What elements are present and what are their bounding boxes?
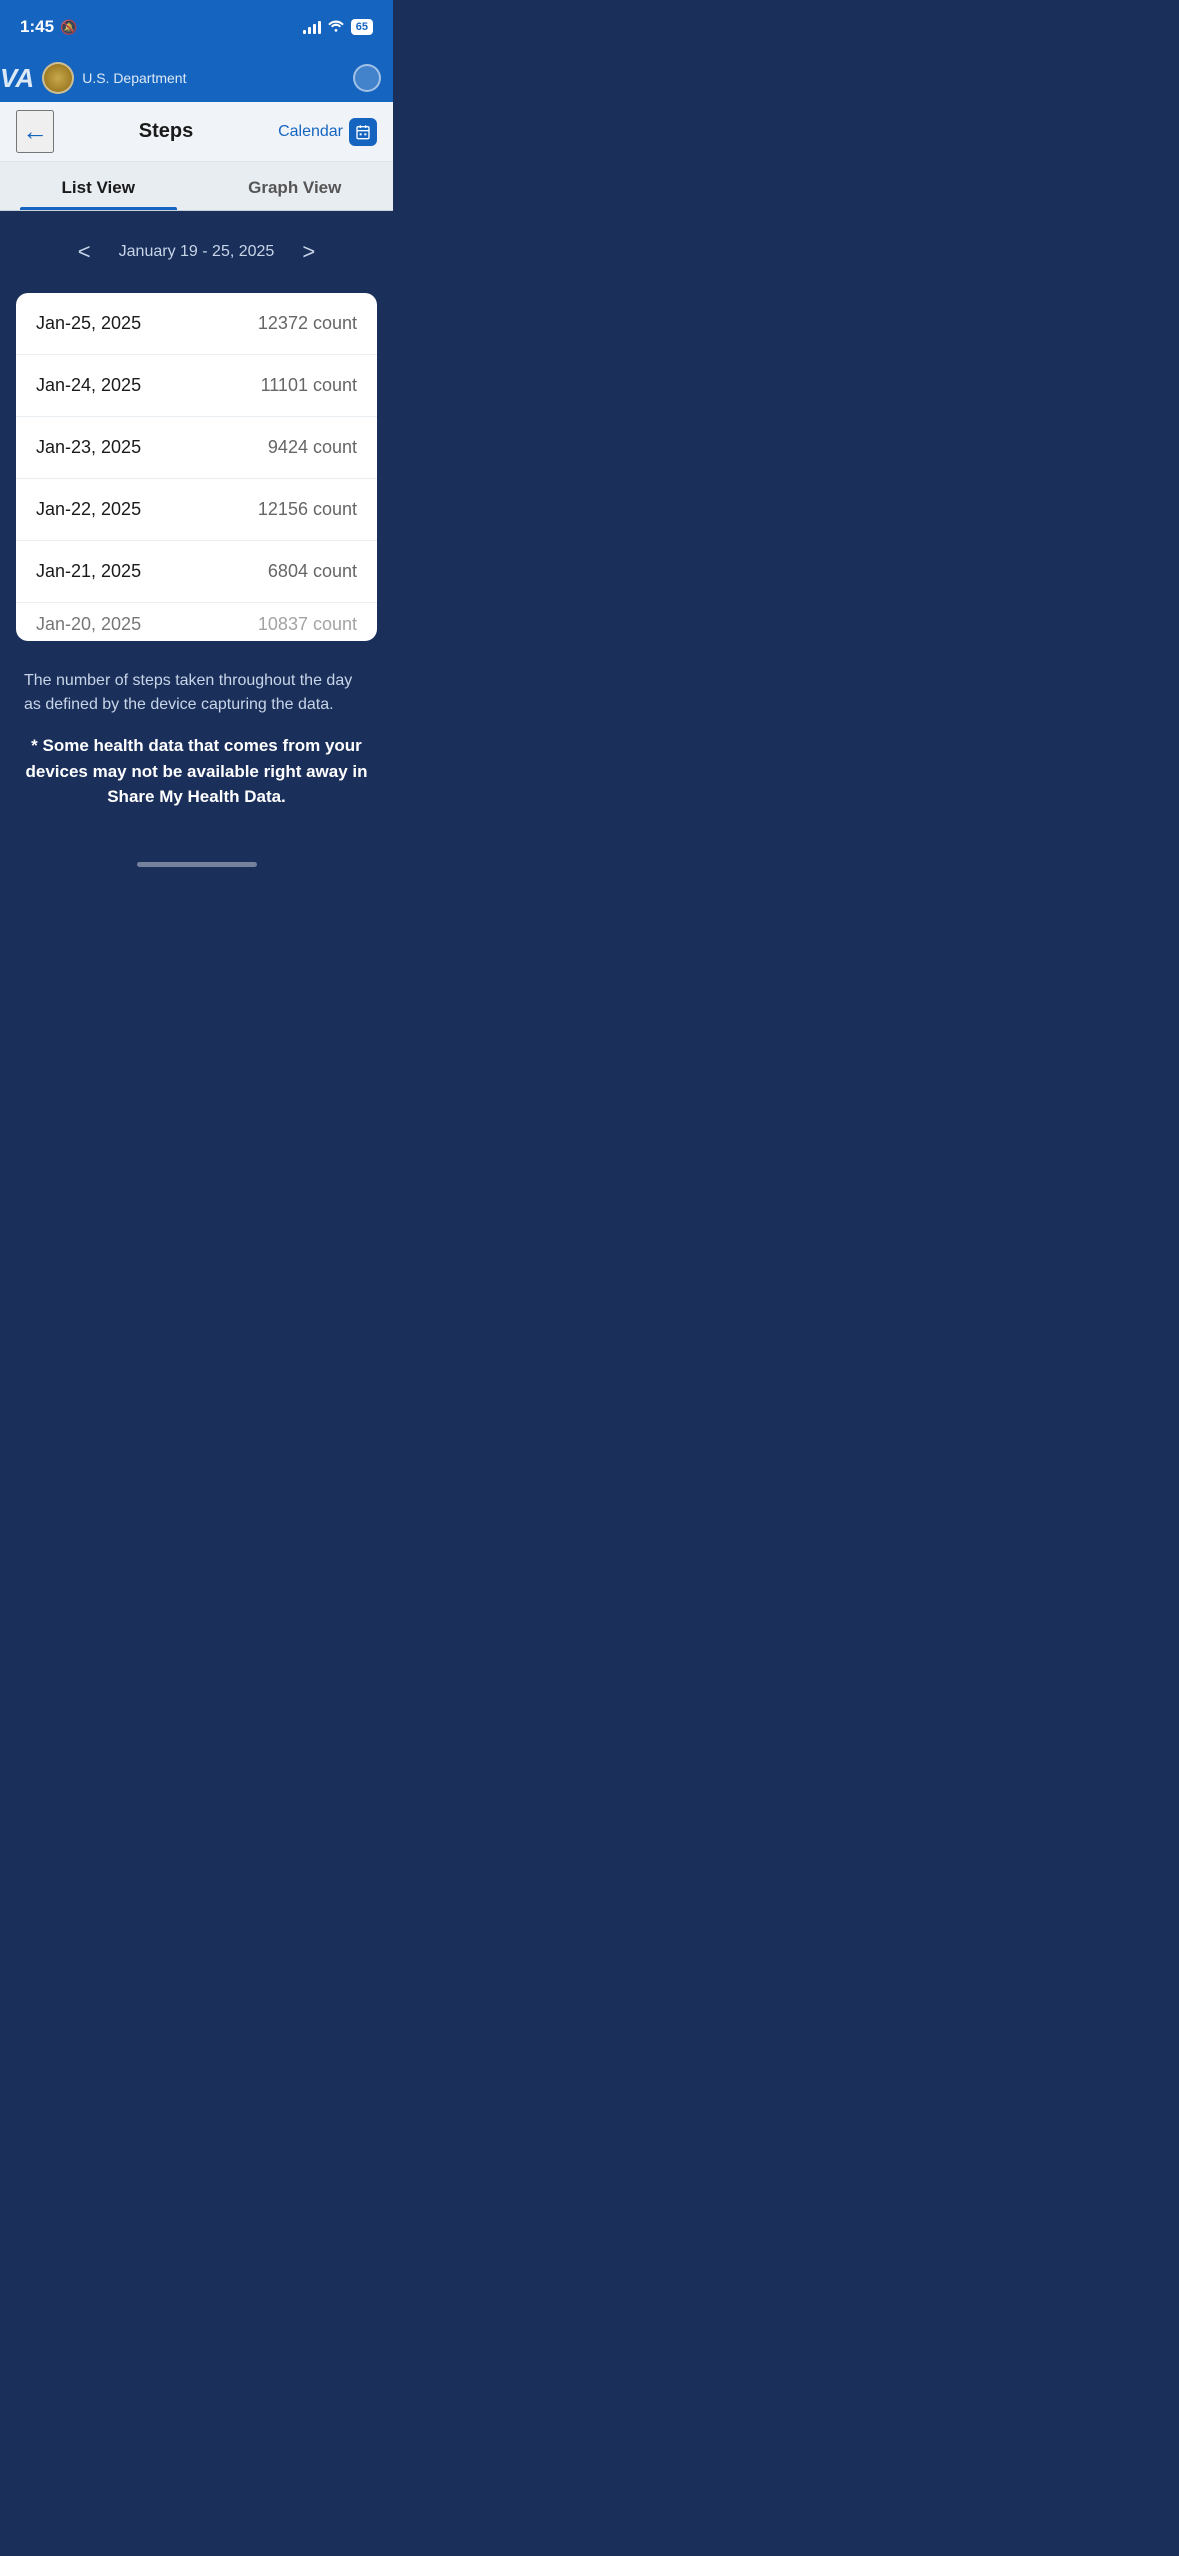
calendar-button[interactable]: Calendar	[278, 118, 377, 146]
home-bar	[137, 862, 257, 867]
steps-data-card: Jan-25, 2025 12372 count Jan-24, 2025 11…	[16, 293, 377, 641]
step-date: Jan-20, 2025	[36, 614, 141, 635]
step-date: Jan-21, 2025	[36, 561, 141, 582]
wifi-icon	[327, 18, 345, 37]
step-date: Jan-25, 2025	[36, 313, 141, 334]
step-count: 11101 count	[261, 375, 357, 396]
va-app-header: VA U.S. Department	[0, 54, 393, 102]
status-time-group: 1:45 🔕	[20, 17, 77, 37]
prev-date-button[interactable]: <	[70, 235, 99, 269]
signal-bars-icon	[303, 20, 321, 34]
table-row: Jan-23, 2025 9424 count	[16, 417, 377, 479]
main-content: < January 19 - 25, 2025 > Jan-25, 2025 1…	[0, 211, 393, 850]
home-indicator	[0, 850, 393, 887]
step-date: Jan-23, 2025	[36, 437, 141, 458]
next-date-button[interactable]: >	[294, 235, 323, 269]
back-button[interactable]: ←	[16, 110, 54, 153]
signal-bar-4	[318, 21, 321, 34]
tab-list-view[interactable]: List View	[0, 162, 197, 210]
date-range-label: January 19 - 25, 2025	[119, 243, 275, 261]
status-time: 1:45	[20, 17, 54, 37]
tab-graph-view[interactable]: Graph View	[197, 162, 394, 210]
table-row: Jan-20, 2025 10837 count	[16, 603, 377, 641]
va-dept-name: U.S. Department	[82, 70, 186, 86]
calendar-label: Calendar	[278, 123, 343, 141]
signal-bar-3	[313, 24, 316, 34]
signal-bar-1	[303, 30, 306, 34]
navigation-header: ← Steps Calendar	[0, 102, 393, 162]
date-navigation: < January 19 - 25, 2025 >	[16, 235, 377, 269]
step-date: Jan-24, 2025	[36, 375, 141, 396]
step-count: 12156 count	[258, 499, 357, 520]
tab-bar: List View Graph View	[0, 162, 393, 211]
step-count: 10837 count	[258, 614, 357, 635]
status-bar: 1:45 🔕 65	[0, 0, 393, 54]
table-row: Jan-25, 2025 12372 count	[16, 293, 377, 355]
va-logo: VA	[0, 63, 34, 94]
signal-bar-2	[308, 27, 311, 34]
calendar-icon	[349, 118, 377, 146]
table-row: Jan-24, 2025 11101 count	[16, 355, 377, 417]
step-count: 9424 count	[268, 437, 357, 458]
status-icons: 65	[303, 18, 373, 37]
step-count: 6804 count	[268, 561, 357, 582]
table-row: Jan-21, 2025 6804 count	[16, 541, 377, 603]
page-title: Steps	[139, 120, 193, 143]
va-seal-logo	[42, 62, 74, 94]
profile-avatar[interactable]	[353, 64, 381, 92]
step-date: Jan-22, 2025	[36, 499, 141, 520]
footer-description: The number of steps taken throughout the…	[16, 661, 377, 826]
footer-disclaimer: * Some health data that comes from your …	[24, 733, 369, 810]
step-count: 12372 count	[258, 313, 357, 334]
mute-icon: 🔕	[60, 19, 77, 36]
table-row: Jan-22, 2025 12156 count	[16, 479, 377, 541]
battery-level: 65	[351, 19, 373, 35]
